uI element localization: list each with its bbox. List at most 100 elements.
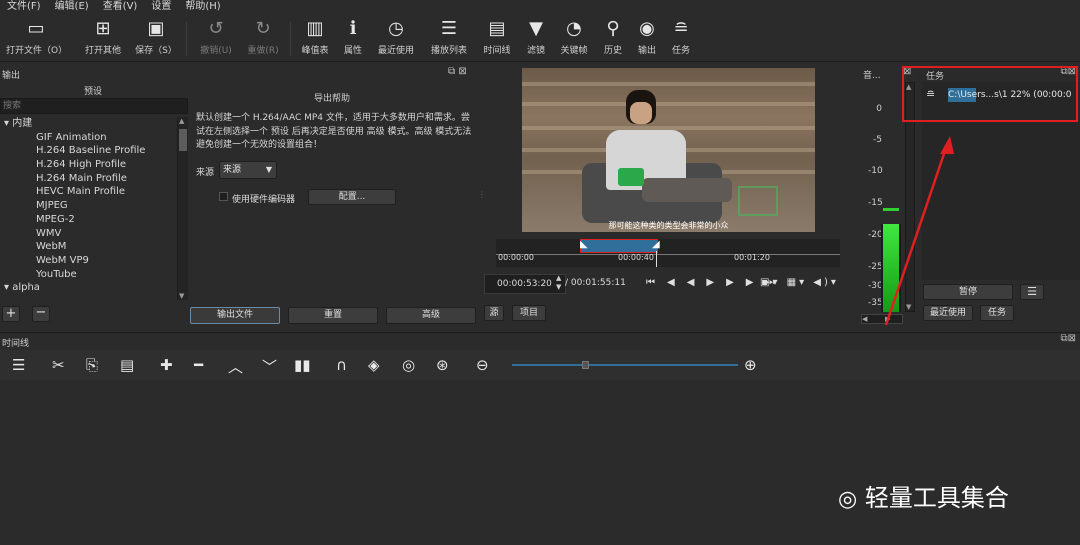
- menu-view[interactable]: 查看(V): [96, 0, 145, 14]
- add-preset-button[interactable]: +: [2, 306, 20, 322]
- config-button[interactable]: 配置...: [308, 189, 396, 205]
- recent-button[interactable]: ◷ 最近使用: [374, 18, 418, 56]
- pause-button[interactable]: 暂停: [923, 284, 1013, 300]
- video-preview[interactable]: 那可能这种类的类型会非常的小众: [522, 68, 815, 232]
- export-panel-title: 输出: [2, 71, 21, 81]
- preset-item[interactable]: H.264 Baseline Profile: [0, 144, 176, 158]
- preset-item[interactable]: WebM VP9: [0, 254, 176, 268]
- preset-group[interactable]: ▾ alpha: [0, 281, 176, 295]
- timeline-title: 时间线: [2, 339, 30, 349]
- menu-settings[interactable]: 设置: [144, 0, 178, 14]
- jobs-menu-button[interactable]: ☰: [1020, 284, 1044, 300]
- preset-item[interactable]: MJPEG: [0, 199, 176, 213]
- menu-help[interactable]: 帮助(H): [178, 0, 227, 14]
- hw-encoder-checkbox[interactable]: [219, 192, 228, 201]
- preset-scrollbar[interactable]: ▲ ▼: [177, 117, 188, 300]
- redo-button[interactable]: ↻ 重做(R): [243, 18, 283, 56]
- preset-item[interactable]: H.264 Main Profile: [0, 172, 176, 186]
- lift-icon[interactable]: ︿: [228, 356, 243, 377]
- dock-float-icon[interactable]: ⧉ ⊠: [448, 66, 467, 77]
- zoom-handle[interactable]: [582, 361, 589, 369]
- total-duration: / 00:01:55:11: [565, 278, 626, 288]
- zoom-out-icon[interactable]: ⊖: [476, 356, 489, 374]
- preset-item[interactable]: HEVC Main Profile: [0, 185, 176, 199]
- main-toolbar: ▭ 打开文件（O） ⊞ 打开其他 ▣ 保存（S） ↺ 撤销(U) ↻ 重做(R)…: [0, 14, 1080, 62]
- remove-preset-button[interactable]: −: [32, 306, 50, 322]
- clock-icon: ◷: [388, 18, 404, 39]
- open-other-button[interactable]: ⊞ 打开其他: [80, 18, 126, 56]
- project-tab[interactable]: 项目: [512, 305, 546, 321]
- filters-button[interactable]: ▼ 滤镜: [522, 18, 550, 56]
- peak-meter-button[interactable]: ▥ 峰值表: [298, 18, 332, 56]
- menu-bar: 文件(F) 编辑(E) 查看(V) 设置 帮助(H): [0, 0, 1080, 14]
- highlight-box: [902, 66, 1078, 122]
- advanced-button[interactable]: 高级: [386, 307, 476, 324]
- menu-file[interactable]: 文件(F): [0, 0, 48, 14]
- playlist-button[interactable]: ☰ 播放列表: [426, 18, 472, 56]
- menu-icon[interactable]: ☰: [12, 356, 25, 374]
- snap-icon[interactable]: ∩: [336, 356, 347, 374]
- export-button[interactable]: ◉ 输出: [634, 18, 660, 56]
- funnel-icon: ▼: [529, 18, 543, 39]
- source-label: 来源: [196, 168, 215, 178]
- copy-icon[interactable]: ⎘: [86, 356, 98, 374]
- reset-button[interactable]: 重置: [288, 307, 378, 324]
- preset-list: ▾ 内建 GIF Animation H.264 Baseline Profile H…: [0, 117, 176, 365]
- help-text: 默认创建一个 H.264/AAC MP4 文件，适用于大多数用户和需求。尝试在左…: [196, 113, 472, 150]
- preset-item[interactable]: WMV: [0, 227, 176, 241]
- ruler-label: 00:01:20: [734, 253, 770, 262]
- chevron-down-icon[interactable]: ▾: [4, 118, 12, 129]
- preset-item[interactable]: MPEG-2: [0, 213, 176, 227]
- ruler-label: 00:00:40: [618, 253, 654, 262]
- append-icon[interactable]: ✚: [160, 356, 173, 374]
- redo-icon: ↻: [255, 18, 271, 39]
- timeline-dock-icons[interactable]: ⧉⊠: [1060, 333, 1076, 344]
- in-out-selection[interactable]: [580, 239, 658, 253]
- playhead[interactable]: [656, 251, 657, 267]
- history-button[interactable]: ⚲ 历史: [600, 18, 626, 56]
- ruler-label: 00:00:00: [498, 253, 534, 262]
- keyframes-button[interactable]: ◔ 关键帧: [556, 18, 592, 56]
- timecode-spinner[interactable]: ▲ ▼: [556, 274, 561, 292]
- database-icon: ≘: [673, 18, 689, 39]
- menu-edit[interactable]: 编辑(E): [48, 0, 96, 14]
- paste-icon[interactable]: ▤: [120, 356, 134, 374]
- jobs-button[interactable]: ≘ 任务: [668, 18, 694, 56]
- preset-item[interactable]: WebM: [0, 240, 176, 254]
- cut-icon[interactable]: ✂: [52, 356, 65, 374]
- properties-button[interactable]: ℹ 属性: [340, 18, 366, 56]
- open-file-button[interactable]: ▭ 打开文件（O）: [6, 18, 67, 56]
- view-controls[interactable]: ▣▾ ▦▾ ◀)▾: [760, 277, 839, 288]
- undo-button[interactable]: ↺ 撤销(U): [196, 18, 236, 56]
- timecode-field[interactable]: 00:00:53:20: [484, 274, 566, 294]
- ripple-all-icon[interactable]: ⊛: [436, 356, 449, 374]
- disc-icon: ◉: [639, 18, 655, 39]
- preset-item[interactable]: YouTube: [0, 268, 176, 282]
- ripple-icon[interactable]: ◎: [402, 356, 415, 374]
- search-input[interactable]: 搜索: [0, 98, 188, 114]
- stopwatch-icon: ◔: [566, 18, 582, 39]
- zoom-slider[interactable]: [512, 361, 738, 369]
- overwrite-icon[interactable]: ﹀: [262, 356, 277, 377]
- player-ruler[interactable]: ◣ ◢ 00:00:00 00:00:40 00:01:20: [496, 239, 840, 267]
- zoom-in-icon[interactable]: ⊕: [744, 356, 757, 374]
- preset-group[interactable]: ▾ 内建: [0, 117, 176, 131]
- export-file-button[interactable]: 输出文件: [190, 307, 280, 324]
- chevron-down-icon[interactable]: ▾: [4, 282, 12, 293]
- split-icon[interactable]: ▮▮: [294, 356, 311, 374]
- hw-encoder-label: 使用硬件编码器: [232, 195, 296, 205]
- tab-jobs[interactable]: 任务: [980, 305, 1014, 321]
- source-select[interactable]: 来源 ▼: [219, 161, 277, 179]
- preset-item[interactable]: H.264 High Profile: [0, 158, 176, 172]
- wechat-icon: ◎: [838, 487, 858, 512]
- presets-header: 预设: [84, 87, 103, 97]
- list-icon: ☰: [440, 18, 458, 39]
- save-button[interactable]: ▣ 保存（S）: [134, 18, 178, 56]
- tab-recent[interactable]: 最近使用: [923, 305, 973, 321]
- scrub-icon[interactable]: ◈: [368, 356, 380, 374]
- open-other-icon: ⊞: [95, 18, 111, 39]
- source-tab[interactable]: 源: [484, 305, 504, 321]
- preset-item[interactable]: GIF Animation: [0, 131, 176, 145]
- remove-icon[interactable]: ━: [194, 356, 203, 374]
- timeline-button[interactable]: ▤ 时间线: [480, 18, 514, 56]
